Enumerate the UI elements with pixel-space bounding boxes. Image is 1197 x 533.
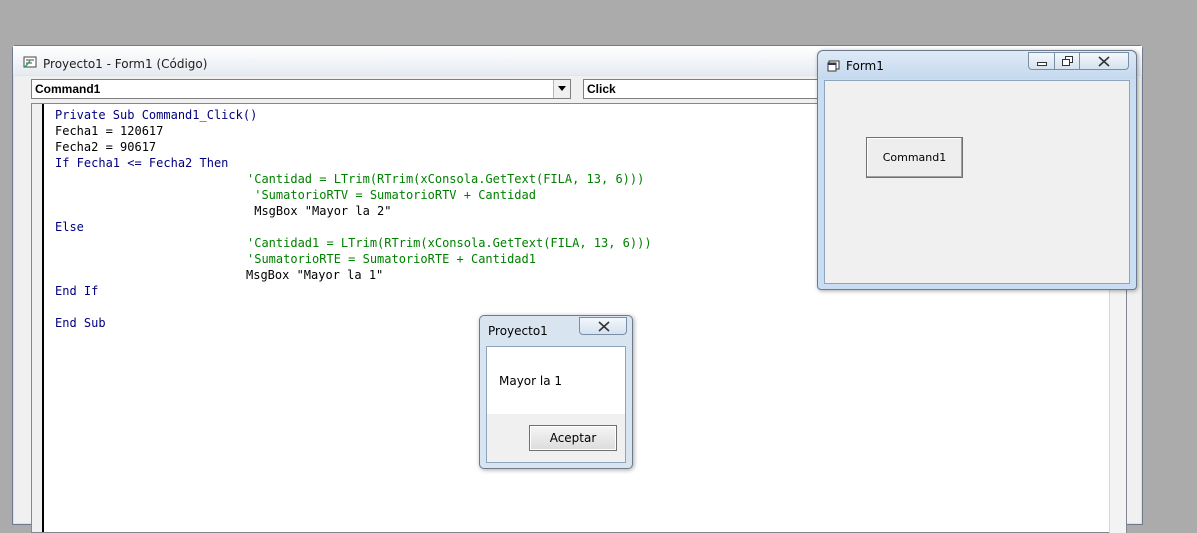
form1-titlebar[interactable]: Form1 [818,51,1136,79]
code-line[interactable]: Fecha1 = 120617 [55,123,163,139]
code-line[interactable]: 'SumatorioRTE = SumatorioRTE + Cantidad1 [247,251,536,267]
object-combo[interactable]: Command1 [31,79,571,99]
close-icon [1098,56,1110,67]
command1-button[interactable]: Command1 [866,137,963,178]
close-icon [598,321,610,332]
form1-client-area: Command1 [824,80,1130,284]
code-line[interactable]: 'Cantidad = LTrim(RTrim(xConsola.GetText… [247,171,644,187]
message-box-body: Mayor la 1 Aceptar [486,346,626,463]
message-area: Mayor la 1 [487,347,625,414]
message-box-title: Proyecto1 [488,324,548,338]
code-line[interactable]: End If [55,283,98,299]
code-line[interactable]: 'SumatorioRTV = SumatorioRTV + Cantidad [247,187,536,203]
message-text: Mayor la 1 [499,374,563,388]
code-line[interactable]: 'Cantidad1 = LTrim(RTrim(xConsola.GetTex… [247,235,652,251]
restore-button[interactable] [1054,52,1080,70]
chevron-down-icon[interactable] [553,80,570,98]
code-line[interactable]: MsgBox "Mayor la 2" [247,203,391,219]
code-line[interactable]: Else [55,219,84,235]
code-module-icon [23,56,37,68]
minimize-icon [1037,62,1047,66]
code-line[interactable]: If Fecha1 <= Fecha2 Then [55,155,228,171]
code-margin [32,104,44,532]
procedure-combo-value: Click [587,82,616,96]
close-button[interactable] [1079,52,1129,70]
form1-window: Form1 Command1 [817,50,1137,290]
code-line[interactable]: MsgBox "Mayor la 1" [246,267,383,283]
message-box-close-button[interactable] [579,317,627,335]
form-icon [827,60,840,72]
object-combo-value: Command1 [35,82,101,96]
code-line[interactable]: Private Sub Command1_Click() [55,107,257,123]
form1-title: Form1 [846,59,884,73]
procedure-combo[interactable]: Click [583,79,823,99]
code-window-title: Proyecto1 - Form1 (Código) [43,57,208,71]
message-box: Proyecto1 Mayor la 1 Aceptar [479,315,633,469]
restore-icon [1062,56,1073,66]
aceptar-button[interactable]: Aceptar [529,425,617,451]
code-line[interactable]: End Sub [55,315,106,331]
minimize-button[interactable] [1028,52,1055,70]
code-line[interactable]: Fecha2 = 90617 [55,139,156,155]
